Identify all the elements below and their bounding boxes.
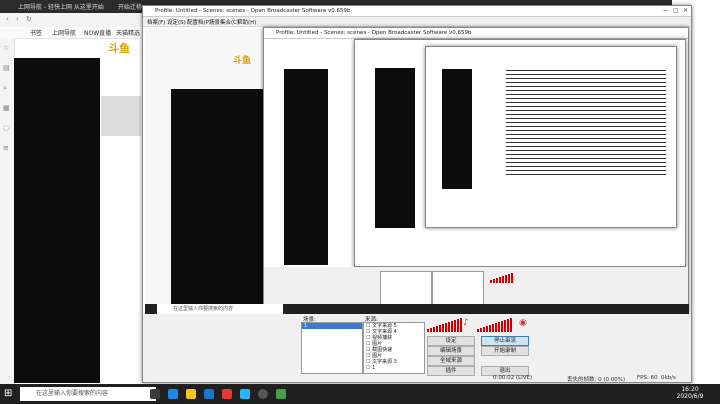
bookmark-item[interactable]: NOW直播	[84, 28, 111, 37]
bookmark-item[interactable]: 上网导航	[52, 28, 76, 37]
scene-item[interactable]: 1	[302, 323, 362, 329]
obs-title-bar: Profile: Untitled - Scenes: scenes - Ope…	[143, 6, 691, 17]
plugins-button[interactable]: 插件	[427, 366, 475, 376]
fps-readout: FPS: 60	[637, 375, 658, 381]
stop-stream-button[interactable]: 停止串流	[481, 336, 529, 346]
grid-icon[interactable]: ▦	[3, 104, 11, 112]
scene-list[interactable]: 1	[301, 322, 363, 374]
file-explorer-icon[interactable]	[186, 389, 196, 399]
bitrate-readout: 0kb/s	[661, 375, 676, 381]
browser-tab-2[interactable]: 开始迁移	[118, 2, 142, 11]
desktop-audio-meter	[427, 318, 462, 332]
streamer-thumbnail[interactable]	[101, 96, 141, 136]
obs-window-nested-2	[354, 39, 686, 267]
menu-scene-collection[interactable]: 场景集合(C)	[209, 18, 239, 26]
clock-date: 2020/6/9	[676, 393, 704, 400]
browser-sidebar: ☆ ▤ ⌕ ▦ ◌ ≡	[0, 38, 15, 384]
windows-start-icon[interactable]: ⊞	[4, 388, 16, 400]
obs-menu-bar: 档案(F) 设定(S) 配置档(P) 场景集合(C) 帮助(H)	[143, 17, 691, 27]
obs-window-nested-3	[425, 46, 677, 228]
browser-app-icon[interactable]	[222, 389, 232, 399]
nested-dark-3	[375, 68, 415, 228]
browser-tab[interactable]: 上网导航 - 轻快上网 从这里开始	[18, 2, 104, 11]
browser-dark-area	[14, 58, 100, 383]
start-record-button[interactable]: 开始录制	[481, 346, 529, 356]
maximize-icon[interactable]: ▢	[673, 7, 679, 14]
obs-window-nested-1: Profile: Untitled - Scenes: scenes - Ope…	[263, 27, 689, 314]
nested-preview	[264, 39, 688, 267]
menu-help[interactable]: 帮助(H)	[237, 18, 256, 26]
nested-dark-2	[284, 69, 328, 265]
source-item[interactable]: ☐ 1	[364, 365, 424, 371]
forward-icon[interactable]: ›	[16, 15, 19, 23]
nested-title-bar: Profile: Untitled - Scenes: scenes - Ope…	[264, 28, 688, 39]
obs-title: Profile: Untitled - Scenes: scenes - Ope…	[155, 8, 351, 14]
bookmark-item[interactable]: 书签	[30, 28, 42, 37]
nested-browser: 斗鱼	[145, 29, 265, 309]
settings-button[interactable]: 设定	[427, 336, 475, 346]
search-icon[interactable]: ⌕	[3, 84, 11, 92]
nested-logo: 斗鱼	[233, 56, 252, 66]
minimize-icon[interactable]: —	[663, 7, 669, 14]
nested-search-box: 在这里输入你要搜索的内容	[157, 304, 283, 314]
windows-taskbar: ⊞ 在这里输入你要搜索的内容 16:20 2020/6/9	[0, 384, 720, 404]
nested-audio-meter	[490, 271, 513, 283]
task-view-icon[interactable]	[150, 389, 160, 399]
reload-icon[interactable]: ↻	[26, 15, 32, 23]
stream-time: 0:00:02 (LIVE)	[493, 375, 533, 381]
global-sources-button[interactable]: 全域来源	[427, 356, 475, 366]
app-icon[interactable]	[240, 389, 250, 399]
bookmark-item[interactable]: 天猫精选	[116, 28, 140, 37]
nested-taskbar: 在这里输入你要搜索的内容	[145, 304, 689, 314]
edge-icon[interactable]	[168, 389, 178, 399]
clock-time: 16:20	[681, 386, 699, 393]
edit-scene-button[interactable]: 编辑场景	[427, 346, 475, 356]
chat-icon[interactable]: ◌	[3, 124, 11, 132]
star-icon[interactable]: ☆	[3, 44, 11, 52]
dropped-frames: 丢失的帧数: 0 (0.00%)	[567, 377, 626, 383]
speaker-icon[interactable]: ♪	[463, 318, 469, 328]
source-list[interactable]: ☐ 文字来源 5 ☐ 文字来源 4 ☐ 视频捕获 ☐ 图片 ☐ 截图快速 ☐ 图…	[363, 322, 425, 374]
green-app-icon[interactable]	[276, 389, 286, 399]
back-icon[interactable]: ‹	[6, 15, 9, 23]
obs-app-icon[interactable]	[258, 389, 268, 399]
close-icon[interactable]: ✕	[683, 7, 688, 14]
taskbar-search-box[interactable]: 在这里输入你要搜索的内容	[20, 387, 156, 401]
mic-audio-meter	[477, 318, 512, 332]
obs-preview-area: 斗鱼 Profile: Untitled - Scenes: scenes - …	[143, 27, 691, 314]
document-icon[interactable]: ▤	[3, 64, 11, 72]
menu-settings[interactable]: 设定(S)	[167, 18, 186, 26]
obs-window-main: Profile: Untitled - Scenes: scenes - Ope…	[142, 5, 692, 383]
menu-file[interactable]: 档案(F)	[147, 18, 165, 26]
nested-dark-4	[442, 69, 472, 189]
nested-title: Profile: Untitled - Scenes: scenes - Ope…	[276, 30, 472, 36]
mic-icon[interactable]: ◉	[519, 318, 527, 328]
nested-dark-area	[171, 89, 265, 305]
obs-control-panel: 场景: 来源: 1 ☐ 文字来源 5 ☐ 文字来源 4 ☐ 视频捕获 ☐ 图片 …	[143, 314, 691, 382]
recursive-preview-stack	[506, 67, 666, 177]
store-icon[interactable]	[204, 389, 214, 399]
list-icon[interactable]: ≡	[3, 144, 11, 152]
taskbar-clock[interactable]: 16:20 2020/6/9	[670, 386, 710, 400]
menu-profile[interactable]: 配置档(P)	[187, 18, 211, 26]
